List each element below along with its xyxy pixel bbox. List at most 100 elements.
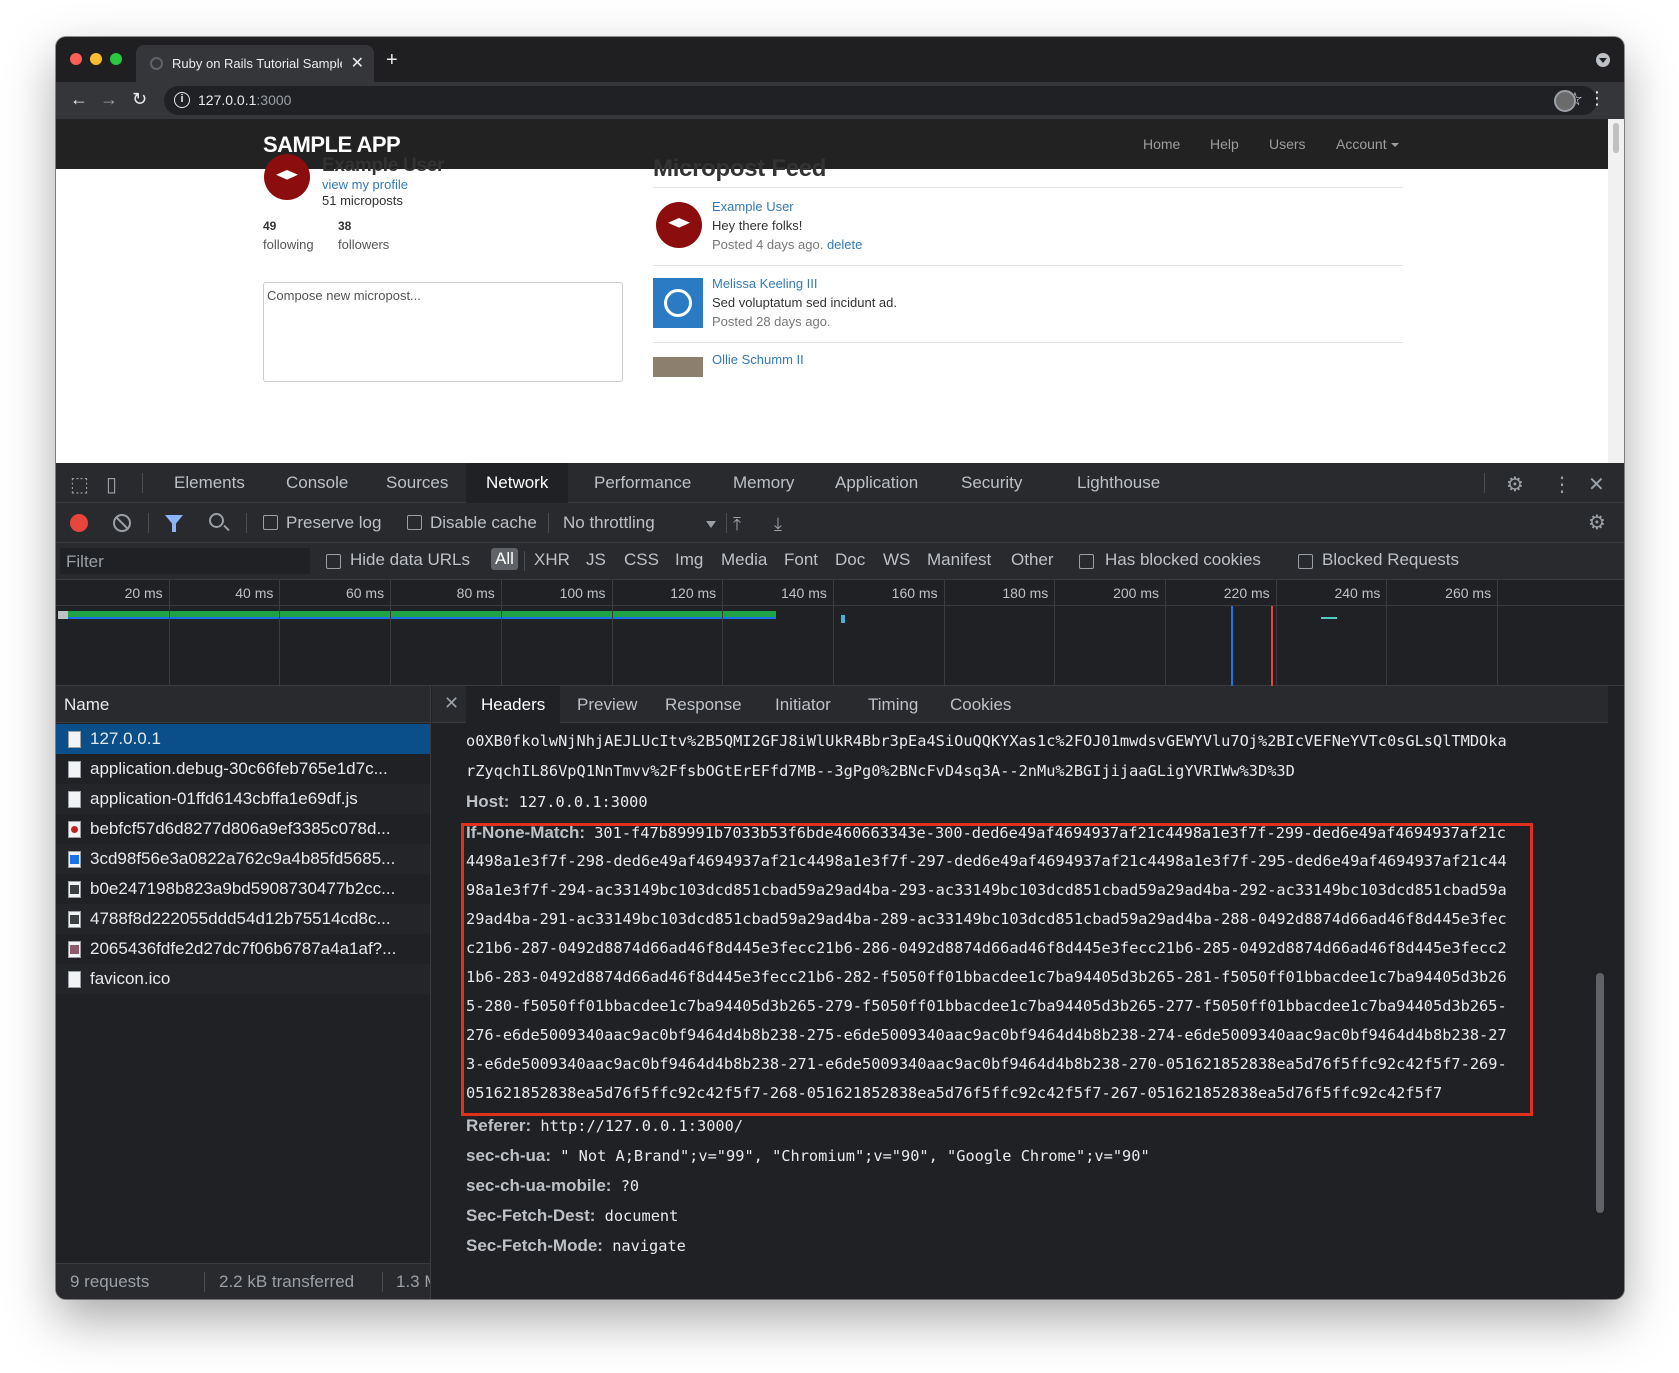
micropost-user[interactable]: Example User xyxy=(712,199,794,214)
close-details-icon[interactable]: ✕ xyxy=(444,693,459,714)
tab-performance[interactable]: Performance xyxy=(594,463,691,503)
followers-label[interactable]: followers xyxy=(338,237,389,252)
filter-input[interactable]: Filter xyxy=(60,548,310,574)
type-filter-xhr[interactable]: XHR xyxy=(534,550,570,570)
preserve-log-label[interactable]: Preserve log xyxy=(286,513,381,533)
tab-memory[interactable]: Memory xyxy=(733,463,794,503)
micropost-avatar[interactable] xyxy=(656,202,702,248)
network-overview-timeline[interactable]: 20 ms 40 ms 60 ms 80 ms 100 ms 120 ms 140 ms 16… xyxy=(56,580,1624,686)
type-filter-media[interactable]: Media xyxy=(721,550,767,570)
has-blocked-cookies-label[interactable]: Has blocked cookies xyxy=(1105,550,1261,570)
more-options-icon[interactable]: ⋮ xyxy=(1552,472,1572,497)
tab-initiator[interactable]: Initiator xyxy=(775,686,831,723)
nav-users[interactable]: Users xyxy=(1269,136,1306,152)
record-button[interactable] xyxy=(70,514,88,532)
forward-arrow-icon[interactable]: → xyxy=(100,89,118,110)
micropost-user[interactable]: Melissa Keeling III xyxy=(712,276,818,291)
request-row[interactable]: 4788f8d222055ddd54d12b75514cd8c... xyxy=(56,904,430,934)
user-gravatar[interactable] xyxy=(264,154,310,200)
nav-help[interactable]: Help xyxy=(1210,136,1239,152)
close-window-button[interactable] xyxy=(70,53,82,65)
chevron-down-icon[interactable] xyxy=(706,521,716,528)
tab-elements[interactable]: Elements xyxy=(174,463,245,503)
tab-headers[interactable]: Headers xyxy=(466,686,561,723)
nav-home[interactable]: Home xyxy=(1143,136,1180,152)
micropost-avatar[interactable] xyxy=(653,357,703,377)
compose-micropost-textarea[interactable]: Compose new micropost... xyxy=(263,282,623,382)
maximize-window-button[interactable] xyxy=(110,53,122,65)
blocked-requests-checkbox[interactable] xyxy=(1298,554,1313,569)
page-scrollbar[interactable] xyxy=(1608,119,1624,463)
type-filter-js[interactable]: JS xyxy=(586,550,606,570)
document-icon xyxy=(68,731,81,748)
hide-data-urls-label[interactable]: Hide data URLs xyxy=(350,550,470,570)
view-profile-link[interactable]: view my profile xyxy=(322,177,408,192)
inspect-element-icon[interactable]: ⬚ xyxy=(70,472,89,497)
tab-response[interactable]: Response xyxy=(665,686,742,723)
clear-icon[interactable] xyxy=(113,514,131,532)
disable-cache-label[interactable]: Disable cache xyxy=(430,513,537,533)
tab-security[interactable]: Security xyxy=(961,463,1022,503)
following-label[interactable]: following xyxy=(263,237,314,252)
request-row[interactable]: bebfcf57d6d8277d806a9ef3385c078d... xyxy=(56,814,430,844)
request-row[interactable]: application.debug-30c66feb765e1d7c... xyxy=(56,754,430,784)
type-filter-img[interactable]: Img xyxy=(675,550,703,570)
filter-icon[interactable] xyxy=(165,515,183,532)
reload-icon[interactable]: ↻ xyxy=(132,89,147,110)
site-info-icon[interactable]: i xyxy=(174,92,190,108)
type-filter-doc[interactable]: Doc xyxy=(835,550,865,570)
followers-count[interactable]: 38 xyxy=(338,219,351,233)
scrollbar-thumb[interactable] xyxy=(1613,123,1619,153)
close-devtools-icon[interactable]: ✕ xyxy=(1588,472,1605,497)
browser-tab[interactable]: Ruby on Rails Tutorial Sample / ✕ xyxy=(136,45,374,82)
nav-account[interactable]: Account xyxy=(1336,136,1399,152)
tab-application[interactable]: Application xyxy=(835,463,918,503)
throttling-select[interactable]: No throttling xyxy=(563,513,655,533)
type-filter-manifest[interactable]: Manifest xyxy=(927,550,991,570)
minimize-window-button[interactable] xyxy=(90,53,102,65)
tab-sources[interactable]: Sources xyxy=(386,463,448,503)
micropost-avatar[interactable] xyxy=(653,278,703,328)
profile-avatar[interactable] xyxy=(1554,90,1576,112)
request-row[interactable]: 2065436fdfe2d27dc7f06b6787a4a1af?... xyxy=(56,934,430,964)
request-row[interactable]: application-01ffd6143cbffa1e69df.js xyxy=(56,784,430,814)
url-bar[interactable]: i 127.0.0.1:3000 ☆ xyxy=(164,86,1597,115)
new-tab-button[interactable]: + xyxy=(386,49,398,72)
search-icon[interactable] xyxy=(209,513,224,528)
type-filter-font[interactable]: Font xyxy=(784,550,818,570)
name-column-header[interactable]: Name xyxy=(56,686,430,723)
disable-cache-checkbox[interactable] xyxy=(407,515,422,530)
scrollbar-thumb[interactable] xyxy=(1596,973,1604,1213)
preserve-log-checkbox[interactable] xyxy=(263,515,278,530)
type-filter-css[interactable]: CSS xyxy=(624,550,659,570)
tab-preview[interactable]: Preview xyxy=(577,686,637,723)
device-toolbar-icon[interactable]: ▯ xyxy=(106,472,117,497)
request-row[interactable]: 3cd98f56e3a0822a762c9a4b85fd5685... xyxy=(56,844,430,874)
settings-gear-icon[interactable]: ⚙ xyxy=(1506,472,1524,497)
tab-search-icon[interactable] xyxy=(1596,53,1610,67)
tab-console[interactable]: Console xyxy=(286,463,348,503)
export-har-icon[interactable]: ⤓ xyxy=(774,514,782,535)
micropost-user[interactable]: Ollie Schumm II xyxy=(712,352,804,367)
hide-data-urls-checkbox[interactable] xyxy=(326,554,341,569)
request-row[interactable]: favicon.ico xyxy=(56,964,430,994)
browser-menu-icon[interactable]: ⋮ xyxy=(1588,88,1606,109)
request-row[interactable]: b0e247198b823a9bd5908730477b2cc... xyxy=(56,874,430,904)
import-har-icon[interactable]: ⤒ xyxy=(733,514,741,535)
back-arrow-icon[interactable]: ← xyxy=(70,89,88,110)
tab-timing[interactable]: Timing xyxy=(868,686,918,723)
blocked-requests-label[interactable]: Blocked Requests xyxy=(1322,550,1459,570)
tab-cookies[interactable]: Cookies xyxy=(950,686,1011,723)
close-tab-icon[interactable]: ✕ xyxy=(351,53,364,73)
type-filter-all[interactable]: All xyxy=(491,548,518,570)
tab-network[interactable]: Network xyxy=(466,463,569,503)
tab-lighthouse[interactable]: Lighthouse xyxy=(1077,463,1160,503)
network-settings-gear-icon[interactable]: ⚙ xyxy=(1588,510,1606,535)
type-filter-ws[interactable]: WS xyxy=(883,550,910,570)
has-blocked-cookies-checkbox[interactable] xyxy=(1079,554,1094,569)
delete-link[interactable]: delete xyxy=(827,237,862,252)
request-row[interactable]: 127.0.0.1 xyxy=(56,724,430,754)
following-count[interactable]: 49 xyxy=(263,219,276,233)
details-scrollbar[interactable] xyxy=(1592,723,1608,1299)
type-filter-other[interactable]: Other xyxy=(1011,550,1054,570)
